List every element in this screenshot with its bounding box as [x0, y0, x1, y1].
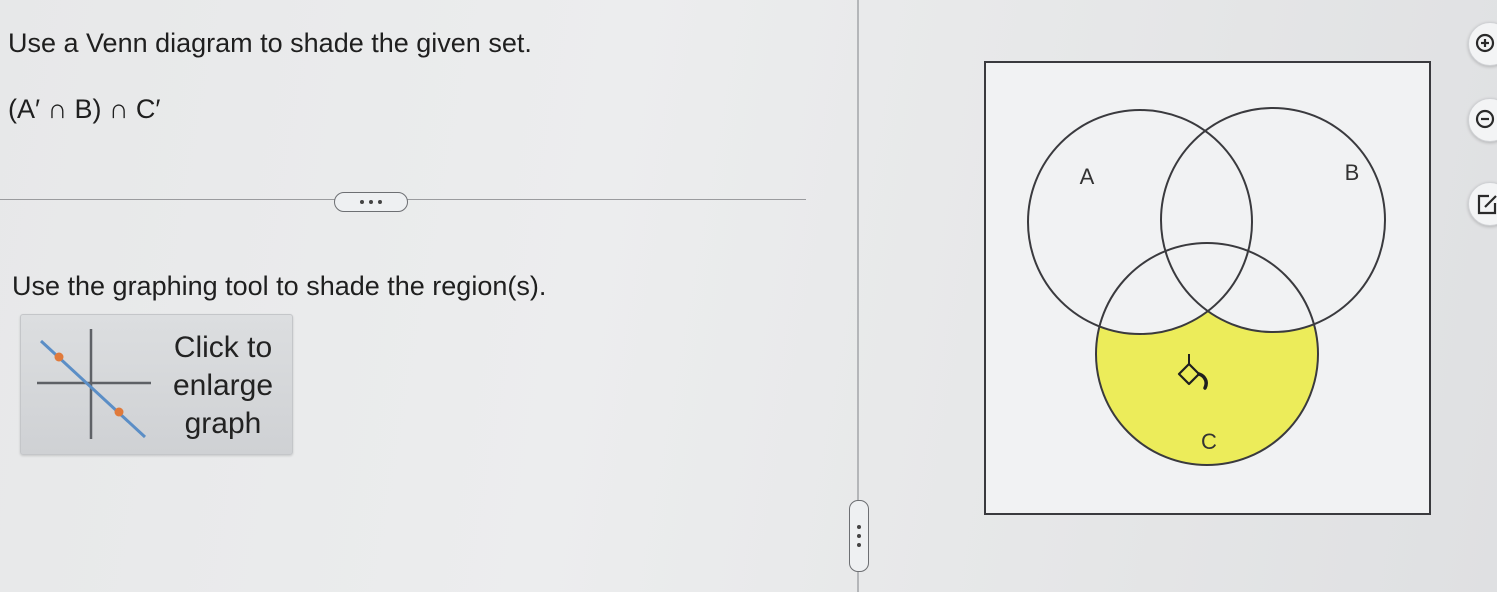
popout-icon [1477, 194, 1497, 215]
dot [857, 534, 861, 538]
panel-resize-handle[interactable] [849, 500, 869, 572]
dot [857, 543, 861, 547]
zoom-out-icon [1475, 109, 1495, 129]
venn-diagram[interactable]: A B C [0, 0, 1497, 592]
set-b-label: B [1345, 160, 1360, 185]
dot [857, 525, 861, 529]
set-a-label: A [1080, 164, 1095, 189]
zoom-in-icon [1475, 33, 1495, 53]
set-c-label: C [1201, 429, 1217, 454]
